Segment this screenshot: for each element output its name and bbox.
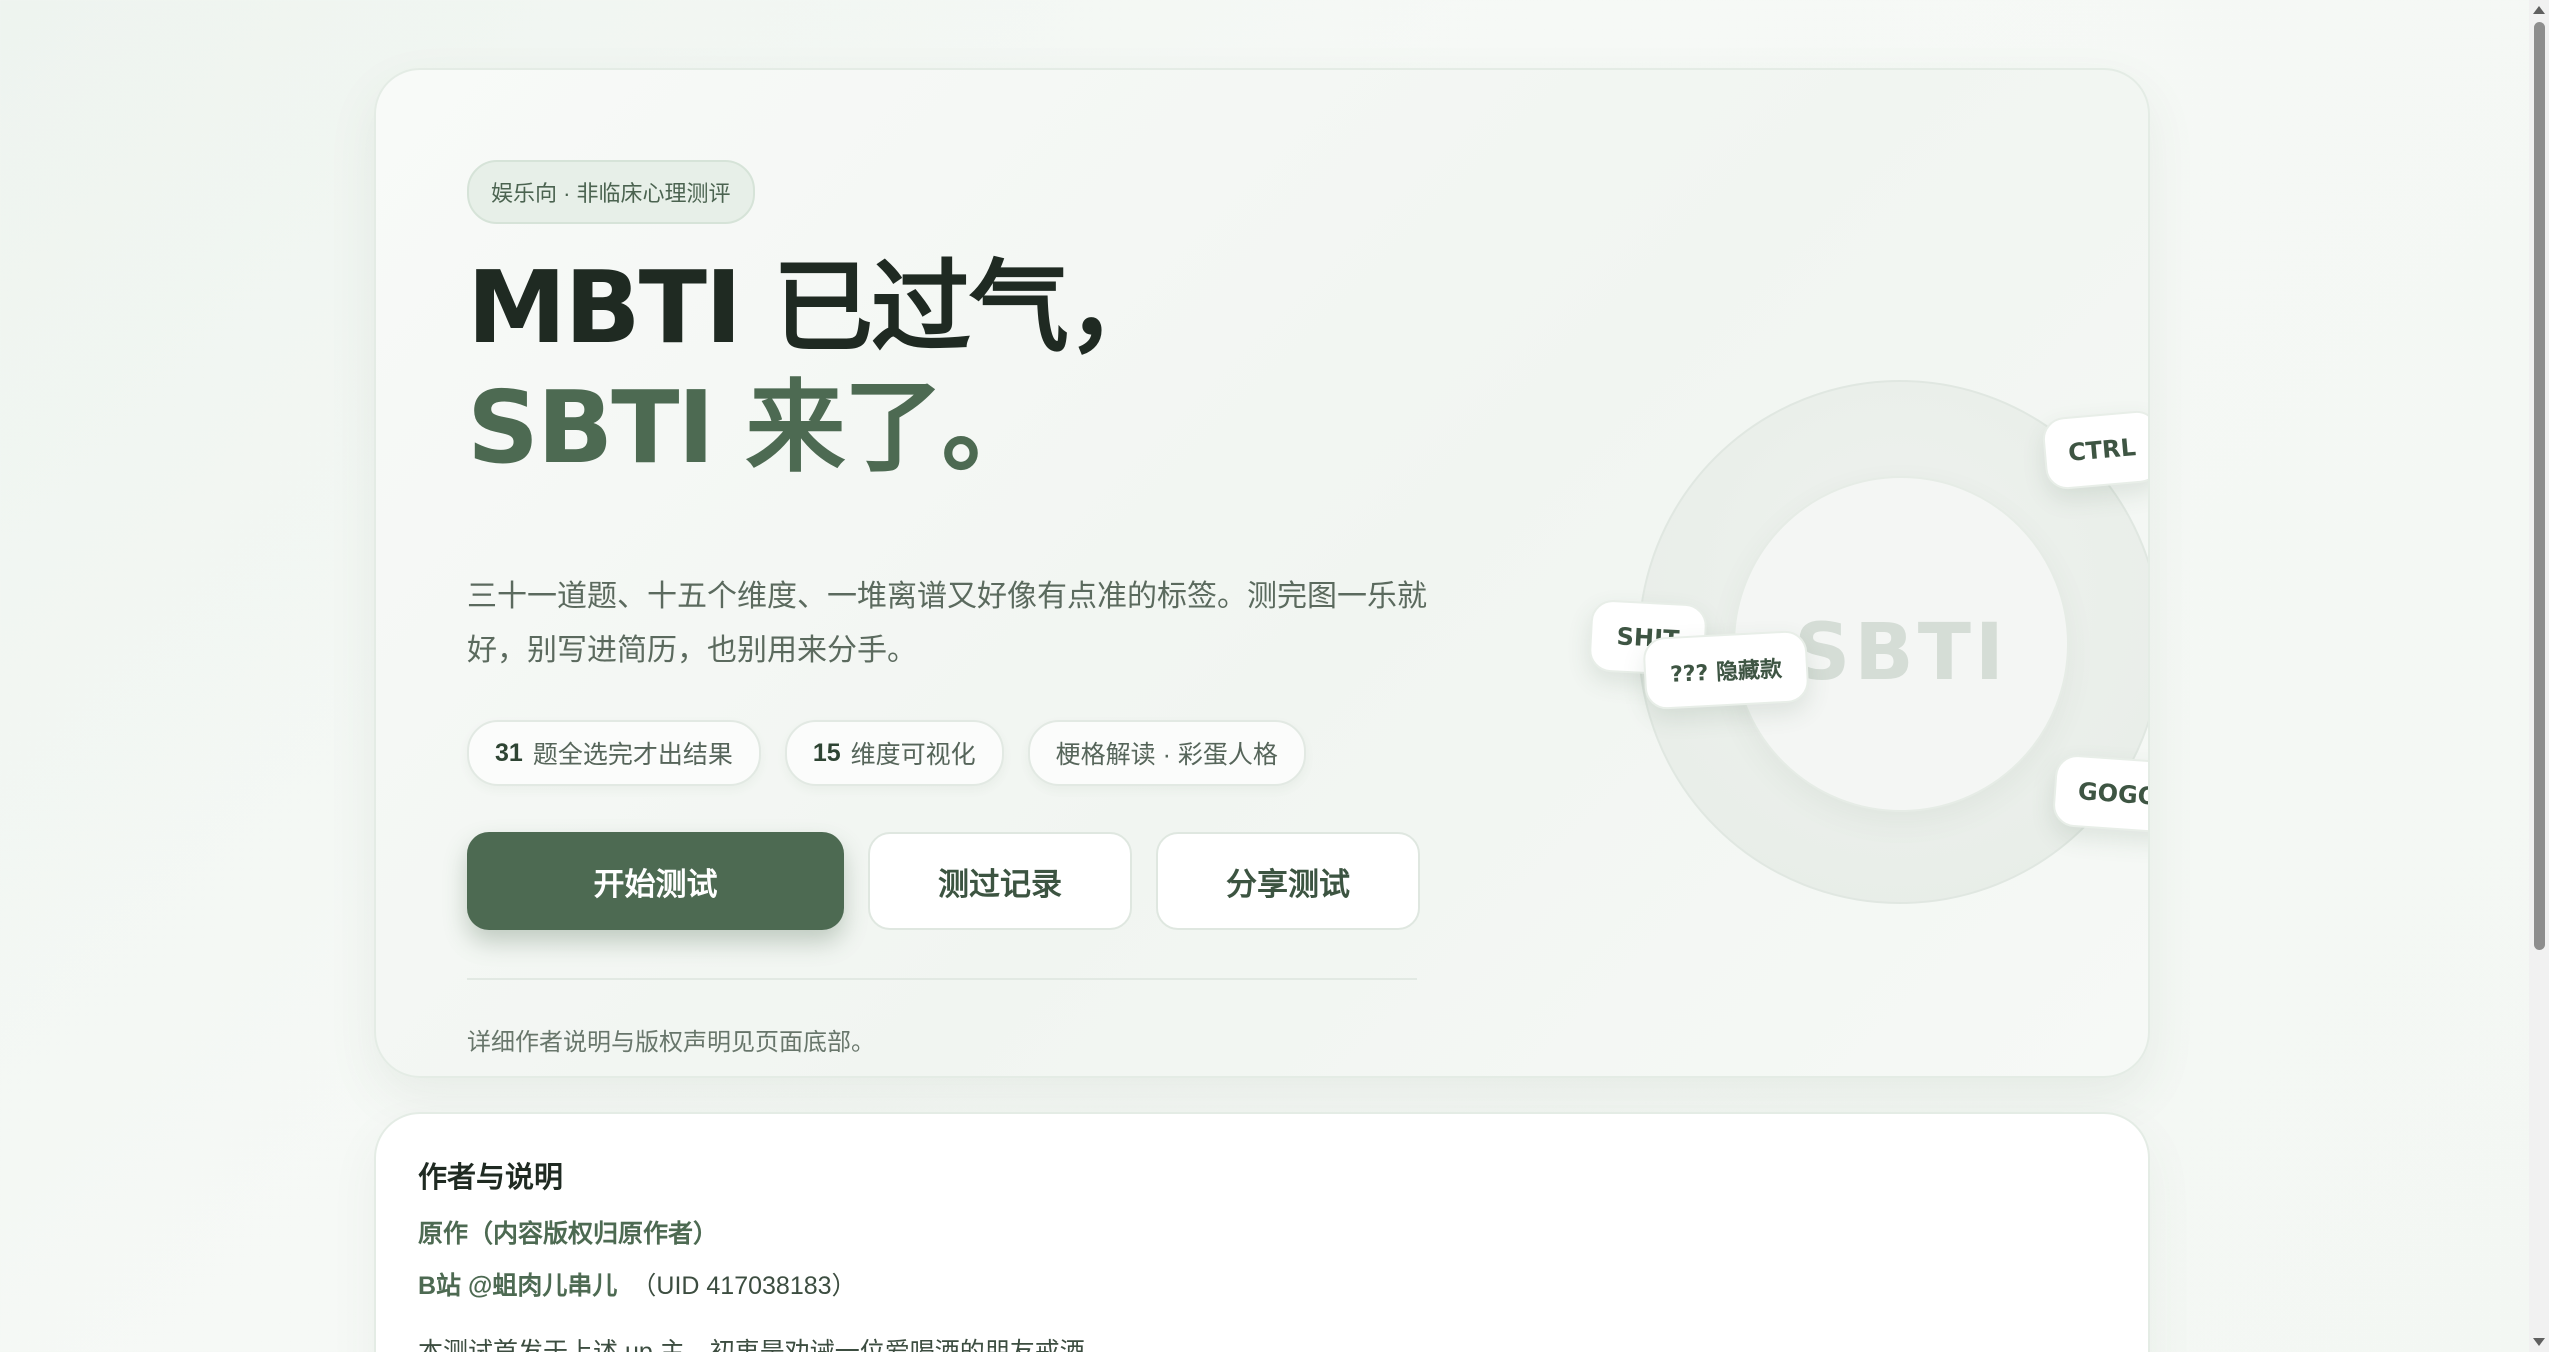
hero-title-line1: MBTI 已过气， — [467, 249, 1167, 366]
sbti-badge-visual: SBTI CTRL GOGO SHIT ??? 隐藏款 — [1476, 300, 2148, 940]
hero-description: 三十一道题、十五个维度、一堆离谱又好像有点准的标签。测完图一乐就好，别写进简历，… — [467, 580, 1427, 667]
hero-card: 娱乐向 · 非临床心理测评 MBTI 已过气， SBTI 来了。 三十一道题、十… — [374, 68, 2150, 1078]
author-section-title: 作者与说明 — [418, 1162, 564, 1194]
author-credit-uid: （UID 417038183） — [631, 1272, 857, 1300]
tag-label: 维度可视化 — [850, 741, 976, 769]
tag-label: 题全选完才出结果 — [532, 741, 733, 769]
chip-hidden: ??? 隐藏款 — [1642, 629, 1810, 711]
tag-number: 15 — [812, 738, 841, 767]
start-test-button[interactable]: 开始测试 — [467, 832, 844, 930]
author-credit: B站 @蛆肉儿串儿 （UID 417038183） — [418, 1266, 857, 1302]
scroll-up-icon[interactable] — [2533, 6, 2545, 14]
chip-ctrl: CTRL — [2041, 409, 2148, 491]
share-button[interactable]: 分享测试 — [1156, 832, 1420, 930]
author-card: 作者与说明 原作（内容版权归原作者） B站 @蛆肉儿串儿 （UID 4170381… — [374, 1112, 2150, 1352]
hero-actions: 开始测试 测过记录 分享测试 — [467, 832, 1420, 930]
category-pill: 娱乐向 · 非临床心理测评 — [467, 160, 755, 224]
tag-interpretation: 梗格解读 · 彩蛋人格 — [1027, 720, 1306, 786]
page-scrollbar[interactable] — [2529, 0, 2549, 1352]
tag-label: 梗格解读 · 彩蛋人格 — [1055, 741, 1278, 769]
author-description: 本测试首发于上述 up 主，初衷是劝诫一位爱喝酒的朋友戒酒。 — [418, 1338, 1110, 1352]
scroll-down-icon[interactable] — [2533, 1338, 2545, 1346]
divider — [467, 978, 1417, 980]
footnote: 详细作者说明与版权声明见页面底部。 — [467, 1029, 875, 1056]
tag-number: 31 — [495, 738, 523, 767]
hero-title: MBTI 已过气， SBTI 来了。 — [467, 248, 1167, 488]
tag-question-count: 31 题全选完才出结果 — [467, 720, 761, 786]
scroll-thumb[interactable] — [2534, 22, 2545, 950]
feature-tags: 31 题全选完才出结果 15 维度可视化 梗格解读 · 彩蛋人格 — [467, 720, 1306, 786]
tag-dimension-count: 15 维度可视化 — [784, 720, 1004, 786]
history-button[interactable]: 测过记录 — [868, 832, 1132, 930]
author-credit-name: B站 @蛆肉儿串儿 — [418, 1272, 618, 1300]
hero-title-line2: SBTI 来了。 — [467, 369, 1041, 486]
chip-gogo: GOGO — [2051, 753, 2148, 835]
author-original-subtitle: 原作（内容版权归原作者） — [418, 1220, 719, 1248]
